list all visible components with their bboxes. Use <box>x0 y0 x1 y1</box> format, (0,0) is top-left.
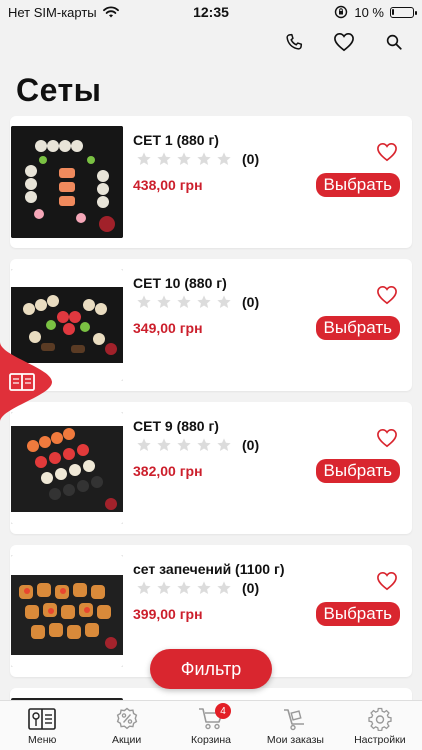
tab-label: Акции <box>111 734 142 746</box>
favorite-heart-icon[interactable] <box>376 142 398 162</box>
star-icon <box>177 438 191 451</box>
product-card[interactable]: СЕТ 10 (880 г) (0) 349,00 грн Выбрать <box>10 259 412 391</box>
product-name: сет запечений (1100 г) <box>133 561 285 577</box>
favorite-heart-icon[interactable] <box>376 571 398 591</box>
product-price: 382,00 грн <box>133 463 203 479</box>
delivery-cart-icon <box>284 709 305 731</box>
star-icon <box>177 152 191 165</box>
menu-book-icon <box>28 708 57 730</box>
rating-count: (0) <box>242 580 260 596</box>
battery-percent: 10 % <box>354 4 384 20</box>
filter-button[interactable]: Фильтр <box>150 649 272 689</box>
tab-label: Мои заказы <box>266 734 324 746</box>
top-actions <box>282 30 406 54</box>
product-price: 438,00 грн <box>133 177 203 193</box>
tab-bar: Меню Акции 4 Корзина Мои заказы Настройк… <box>0 700 422 750</box>
phone-button[interactable] <box>282 30 306 54</box>
product-image <box>11 555 123 667</box>
product-name: СЕТ 10 (880 г) <box>133 275 227 291</box>
product-name: СЕТ 9 (880 г) <box>133 418 219 434</box>
star-icon <box>157 295 171 308</box>
tab-menu[interactable]: Меню <box>0 701 84 750</box>
carrier-label: Нет SIM-карты <box>8 4 97 20</box>
tab-label: Меню <box>28 734 57 746</box>
star-icon <box>137 152 151 165</box>
favorite-heart-icon[interactable] <box>376 428 398 448</box>
product-name: СЕТ 1 (880 г) <box>133 132 219 148</box>
star-icon <box>217 581 231 594</box>
tab-orders[interactable]: Мои заказы <box>253 701 337 750</box>
gear-icon <box>368 707 392 731</box>
discount-badge-icon <box>116 707 137 730</box>
star-icon <box>197 295 211 308</box>
tab-label: Настройки <box>354 734 406 746</box>
status-bar: Нет SIM-карты 12:35 10 % <box>0 0 422 24</box>
heart-icon <box>334 32 354 52</box>
rating-stars: (0) <box>136 437 259 453</box>
product-image <box>11 126 123 238</box>
rating-stars: (0) <box>136 294 259 310</box>
cart-count-badge: 4 <box>215 703 232 719</box>
wifi-icon <box>102 6 119 18</box>
favorites-button[interactable] <box>332 30 356 54</box>
product-list: СЕТ 1 (880 г) (0) 438,00 грн Выбрать СЕТ… <box>10 116 412 739</box>
product-price: 399,00 грн <box>133 606 203 622</box>
tab-cart[interactable]: 4 Корзина <box>169 701 253 750</box>
star-icon <box>157 581 171 594</box>
search-icon <box>386 34 402 50</box>
choose-button[interactable]: Выбрать <box>315 602 400 626</box>
star-icon <box>217 295 231 308</box>
star-icon <box>157 438 171 451</box>
battery-icon <box>390 6 417 18</box>
rating-stars: (0) <box>136 151 259 167</box>
star-icon <box>137 581 151 594</box>
star-icon <box>137 295 151 308</box>
rating-count: (0) <box>242 151 260 167</box>
rating-count: (0) <box>242 294 260 310</box>
product-price: 349,00 грн <box>133 320 203 336</box>
search-button[interactable] <box>382 30 406 54</box>
tab-label: Корзина <box>191 734 232 746</box>
favorite-heart-icon[interactable] <box>376 285 398 305</box>
star-icon <box>197 581 211 594</box>
star-icon <box>137 438 151 451</box>
star-icon <box>197 152 211 165</box>
star-icon <box>157 152 171 165</box>
star-icon <box>197 438 211 451</box>
rating-stars: (0) <box>136 580 259 596</box>
orientation-lock-icon <box>335 5 348 19</box>
star-icon <box>217 438 231 451</box>
choose-button[interactable]: Выбрать <box>315 459 400 483</box>
product-image <box>11 412 123 524</box>
page-title: Сеты <box>16 72 102 108</box>
tab-settings[interactable]: Настройки <box>338 701 422 750</box>
product-card[interactable]: СЕТ 9 (880 г) (0) 382,00 грн Выбрать <box>10 402 412 534</box>
tab-promotions[interactable]: Акции <box>84 701 168 750</box>
star-icon <box>177 295 191 308</box>
star-icon <box>217 152 231 165</box>
product-card[interactable]: СЕТ 1 (880 г) (0) 438,00 грн Выбрать <box>10 116 412 248</box>
rating-count: (0) <box>242 437 260 453</box>
star-icon <box>177 581 191 594</box>
choose-button[interactable]: Выбрать <box>315 316 400 340</box>
choose-button[interactable]: Выбрать <box>315 173 400 197</box>
phone-icon <box>286 33 303 50</box>
catalog-side-button[interactable] <box>0 342 52 422</box>
